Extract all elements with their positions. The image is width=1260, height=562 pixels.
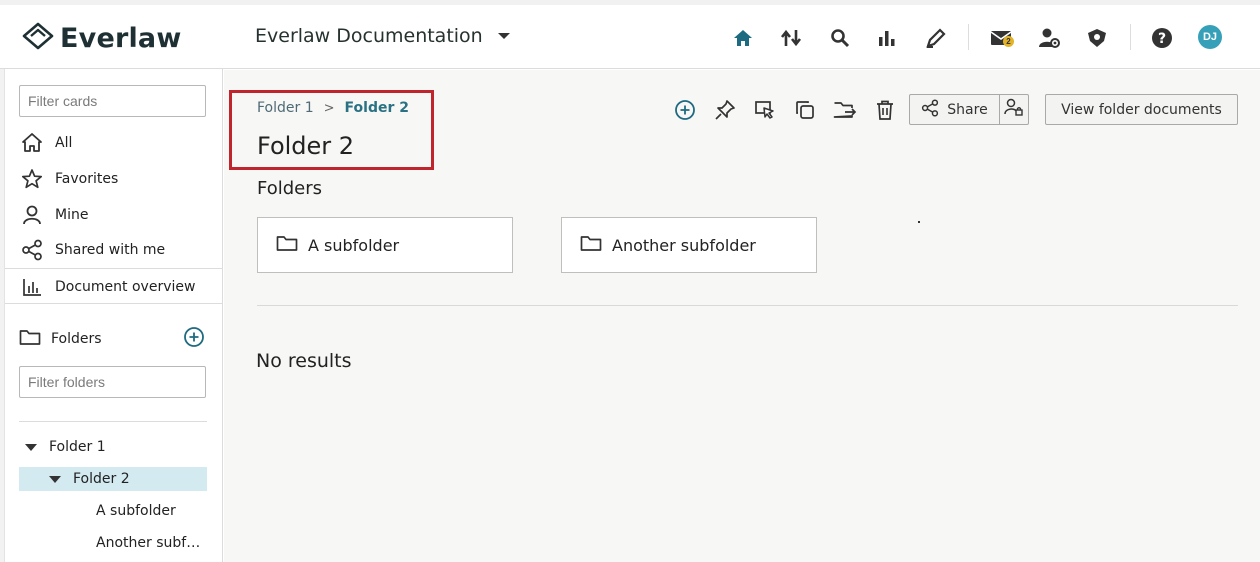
user-icon	[21, 204, 43, 226]
add-circle-icon[interactable]	[672, 97, 698, 123]
folders-label: Folders	[51, 331, 102, 347]
sidebar-item-all[interactable]: All	[21, 128, 211, 158]
mail-icon[interactable]: 2	[986, 24, 1016, 52]
filter-folders-input[interactable]	[19, 366, 206, 398]
share-label: Share	[947, 101, 988, 118]
folder-card-a-subfolder[interactable]: A subfolder	[257, 217, 513, 273]
top-bar: Everlaw Everlaw Documentation 2 ? DJ	[0, 0, 1260, 69]
folder-card-another-subfolder[interactable]: Another subfolder	[561, 217, 817, 273]
tree-item-label: Folder 1	[49, 439, 106, 455]
stray-dot	[918, 221, 920, 223]
svg-text:?: ?	[1158, 31, 1166, 47]
folder-icon	[276, 234, 298, 257]
no-results-text: No results	[256, 350, 352, 372]
sidebar: All Favorites Mine Shared with me Docume…	[0, 69, 223, 562]
mail-badge: 2	[1003, 36, 1014, 47]
folder-icon	[19, 328, 41, 351]
user-lock-icon	[1004, 97, 1024, 122]
help-icon[interactable]: ?	[1147, 24, 1177, 52]
project-selector[interactable]: Everlaw Documentation	[255, 25, 511, 47]
select-cursor-icon[interactable]	[752, 97, 778, 123]
sidebar-edge	[0, 69, 5, 562]
view-folder-documents-button[interactable]: View folder documents	[1045, 94, 1238, 125]
sidebar-item-label: Document overview	[55, 279, 196, 295]
pen-icon[interactable]	[921, 24, 951, 52]
folder-card-label: A subfolder	[308, 235, 400, 255]
sidebar-item-label: Shared with me	[55, 242, 166, 258]
folders-section-title: Folders	[257, 178, 323, 199]
sidebar-divider	[5, 268, 222, 269]
folder-icon	[580, 234, 602, 257]
avatar[interactable]: DJ	[1198, 25, 1222, 49]
nav-separator	[968, 24, 969, 50]
move-folder-icon[interactable]	[832, 97, 858, 123]
highlight-annotation	[229, 90, 434, 170]
tree-item-a-subfolder[interactable]: A subfolder	[19, 499, 207, 523]
copy-icon[interactable]	[792, 97, 818, 123]
tree-item-folder-2[interactable]: Folder 2	[19, 467, 207, 491]
sidebar-item-mine[interactable]: Mine	[21, 200, 211, 230]
chart-outline-icon	[21, 276, 43, 298]
star-icon	[21, 168, 43, 190]
sidebar-divider	[19, 421, 207, 422]
logo-text: Everlaw	[60, 23, 182, 54]
sidebar-divider	[5, 303, 222, 304]
filter-cards-input[interactable]	[19, 85, 206, 117]
search-icon[interactable]	[825, 24, 855, 52]
shield-icon[interactable]	[1082, 24, 1112, 52]
main-divider	[257, 305, 1238, 306]
main-content: Folder 1 > Folder 2 Folder 2 Share View …	[224, 70, 1260, 562]
sidebar-item-shared[interactable]: Shared with me	[21, 235, 211, 265]
chevron-down-icon	[497, 27, 511, 45]
trash-icon[interactable]	[872, 97, 898, 123]
share-icon	[21, 239, 43, 261]
project-name: Everlaw Documentation	[255, 25, 483, 47]
tree-item-folder-1[interactable]: Folder 1	[19, 435, 207, 459]
upload-download-icon[interactable]	[776, 24, 806, 52]
folders-header: Folders	[19, 326, 205, 353]
sidebar-item-favorites[interactable]: Favorites	[21, 164, 211, 194]
tree-item-another-subfolder[interactable]: Another subfolder	[19, 531, 207, 555]
logo-diamond-icon	[22, 22, 54, 55]
sidebar-item-document-overview[interactable]: Document overview	[21, 272, 211, 302]
caret-down-icon[interactable]	[25, 443, 37, 451]
sidebar-item-label: Favorites	[55, 171, 119, 187]
folder-card-label: Another subfolder	[612, 235, 756, 255]
share-permissions-button[interactable]	[999, 94, 1029, 125]
sidebar-item-label: All	[55, 135, 73, 151]
tree-item-label: Folder 2	[73, 471, 130, 487]
caret-down-icon[interactable]	[49, 475, 61, 483]
tree-item-label: A subfolder	[96, 503, 176, 519]
home-icon[interactable]	[728, 24, 758, 52]
bar-chart-icon[interactable]	[872, 24, 902, 52]
sidebar-item-label: Mine	[55, 207, 89, 223]
tree-item-label: Another subfolder	[96, 535, 206, 551]
everlaw-logo[interactable]: Everlaw	[22, 22, 182, 55]
nav-separator	[1130, 24, 1131, 50]
add-folder-icon[interactable]	[183, 326, 205, 353]
home-outline-icon	[21, 132, 43, 154]
share-icon	[921, 98, 939, 121]
share-button[interactable]: Share	[909, 94, 1000, 125]
user-gear-icon[interactable]	[1034, 24, 1064, 52]
pin-icon[interactable]	[712, 97, 738, 123]
top-edge	[0, 0, 1260, 5]
